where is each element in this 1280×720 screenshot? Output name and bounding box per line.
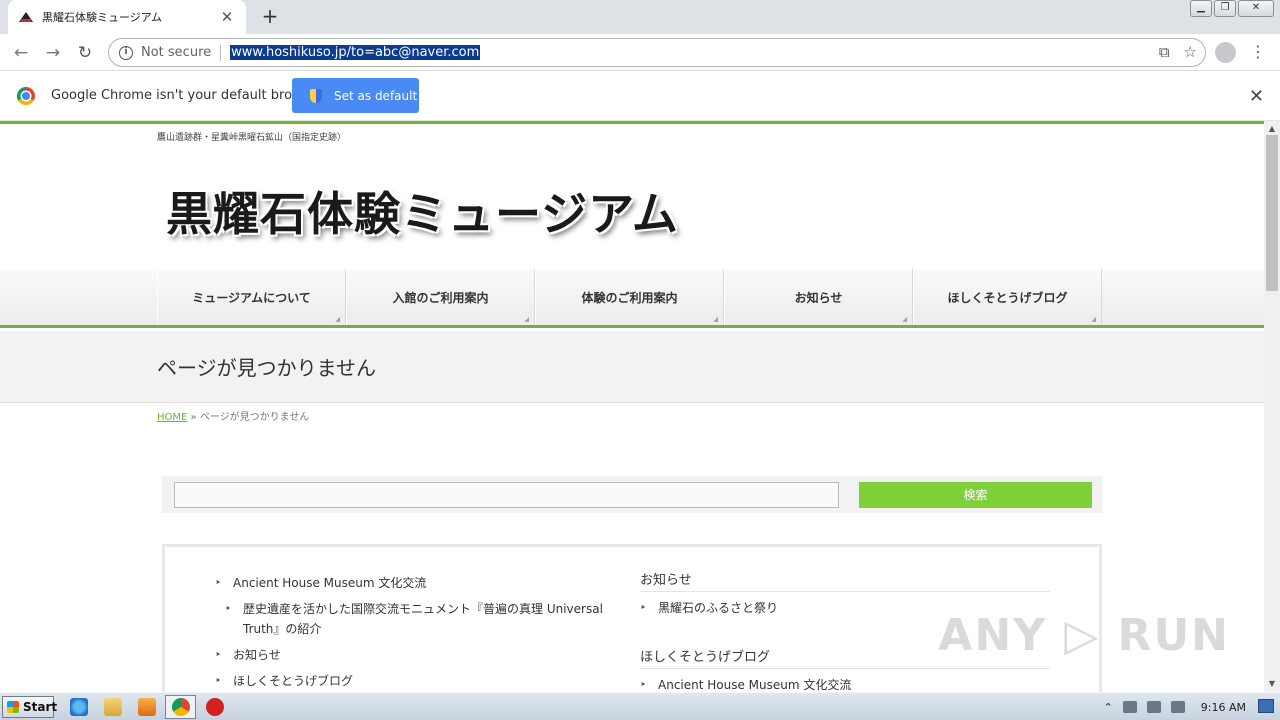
breadcrumb: HOME » ページが見つかりません	[157, 408, 309, 423]
set-as-default-label: Set as default	[334, 88, 418, 103]
chrome-menu-icon[interactable]: ⋮	[1250, 41, 1266, 63]
page-list: Ancient House Museum 文化交流 歴史遺産を活かした国際交流モ…	[215, 573, 615, 692]
nav-item-about[interactable]: ミュージアムについて	[157, 269, 346, 325]
file-explorer-icon[interactable]	[104, 698, 122, 716]
uac-shield-icon	[310, 88, 322, 103]
page-viewport: 鷹山遺跡群・星糞峠黒曜石鉱山（国指定史跡） 黒耀石体験ミュージアム ミュージアム…	[0, 121, 1264, 692]
translate-icon[interactable]: ⧉	[1159, 43, 1170, 61]
page-title-band: ページが見つかりません	[0, 331, 1264, 403]
window-controls: ▁ ❐ ✕	[1190, 0, 1274, 17]
default-browser-infobar: Google Chrome isn't your default browser…	[0, 72, 1280, 121]
anyrun-watermark: ANY ▷ RUN	[938, 610, 1230, 661]
profile-avatar-icon[interactable]	[1215, 42, 1236, 63]
restore-button[interactable]: ❐	[1214, 0, 1236, 17]
site-favicon-icon	[18, 10, 34, 24]
internet-explorer-icon[interactable]	[70, 698, 88, 716]
list-item[interactable]: Ancient House Museum 文化交流	[215, 573, 615, 593]
omnibox-actions: ⧉ ☆	[1159, 43, 1197, 61]
reload-icon[interactable]: ↻	[72, 40, 98, 66]
scroll-down-icon[interactable]: ▼	[1264, 676, 1280, 692]
infobar-message: Google Chrome isn't your default browser	[51, 88, 323, 103]
nav-item-news[interactable]: お知らせ	[724, 269, 913, 325]
nav-item-blog[interactable]: ほしくそとうげブログ	[913, 269, 1102, 325]
nav-item-admission[interactable]: 入館のご利用案内	[346, 269, 535, 325]
page-title: ページが見つかりません	[157, 356, 376, 380]
chrome-taskbar-icon	[172, 698, 190, 716]
minimize-button[interactable]: ▁	[1190, 0, 1212, 17]
start-button[interactable]: Start	[2, 696, 58, 718]
scroll-thumb[interactable]	[1266, 135, 1278, 291]
search-form: 検索	[162, 476, 1102, 513]
global-navigation: ミュージアムについて 入館のご利用案内 体験のご利用案内 お知らせ ほしくそとう…	[0, 269, 1264, 328]
search-input[interactable]	[174, 482, 839, 508]
set-as-default-button[interactable]: Set as default	[292, 78, 419, 113]
media-player-icon[interactable]	[138, 698, 156, 716]
list-item[interactable]: ほしくそとうげブログ	[215, 671, 615, 691]
security-label[interactable]: Not secure	[141, 45, 211, 60]
new-tab-button[interactable]: +	[258, 4, 282, 28]
volume-icon[interactable]	[1122, 701, 1137, 713]
site-tagline: 鷹山遺跡群・星糞峠黒曜石鉱山（国指定史跡）	[157, 133, 347, 143]
breadcrumb-current: ページが見つかりません	[199, 412, 310, 423]
url-text[interactable]: www.hoshikuso.jp/to=abc@naver.com	[230, 45, 481, 60]
tray-expand-icon[interactable]: ⌃	[1104, 701, 1113, 714]
site-header: 黒耀石体験ミュージアム	[0, 146, 1264, 271]
chrome-logo-icon	[17, 87, 35, 105]
address-bar[interactable]: i Not secure www.hoshikuso.jp/to=abc@nav…	[108, 38, 1206, 67]
windows-taskbar: Start ⌃ 9:16 AM	[0, 692, 1280, 720]
site-logo[interactable]: 黒耀石体験ミュージアム	[166, 178, 679, 244]
breadcrumb-home-link[interactable]: HOME	[157, 412, 187, 423]
browser-toolbar: ← → ↻ i Not secure www.hoshikuso.jp/to=a…	[0, 34, 1280, 71]
chrome-taskbar-button[interactable]	[165, 695, 196, 719]
breadcrumb-separator: »	[190, 412, 197, 423]
infobar-close-icon[interactable]: ✕	[1249, 86, 1264, 107]
window-close-button[interactable]: ✕	[1238, 0, 1274, 17]
start-label: Start	[23, 700, 58, 714]
tab-title: 黒耀石体験ミュージアム	[42, 11, 163, 24]
back-arrow-icon[interactable]: ←	[8, 40, 34, 66]
browser-tab[interactable]: 黒耀石体験ミュージアム ✕	[8, 0, 246, 34]
bookmark-star-icon[interactable]: ☆	[1184, 43, 1197, 61]
taskbar-clock[interactable]: 9:16 AM	[1201, 701, 1246, 714]
network-icon[interactable]	[1146, 701, 1161, 713]
stop-process-icon[interactable]	[206, 698, 224, 716]
list-item[interactable]: Ancient House Museum 文化交流	[640, 675, 1050, 692]
list-item[interactable]: お知らせ	[215, 645, 615, 665]
omnibox-divider	[220, 44, 222, 61]
nav-item-experience[interactable]: 体験のご利用案内	[535, 269, 724, 325]
search-button[interactable]: 検索	[859, 482, 1092, 508]
show-desktop-icon[interactable]	[1258, 699, 1274, 713]
system-tray: ⌃ 9:16 AM	[1104, 693, 1280, 720]
forward-arrow-icon[interactable]: →	[40, 40, 66, 66]
widget-title-news: お知らせ	[640, 569, 1050, 592]
list-item-sub[interactable]: 歴史遺産を活かした国際交流モニュメント『普遍の真理 Universal Trut…	[225, 599, 615, 639]
action-center-flag-icon[interactable]	[1170, 701, 1185, 713]
tab-strip: 黒耀石体験ミュージアム ✕ + ▁ ❐ ✕	[0, 0, 1280, 34]
info-icon[interactable]: i	[119, 45, 133, 60]
page-scrollbar[interactable]: ▲ ▼	[1264, 121, 1280, 692]
tab-close-icon[interactable]: ✕	[218, 8, 236, 26]
windows-logo-icon	[7, 701, 19, 713]
